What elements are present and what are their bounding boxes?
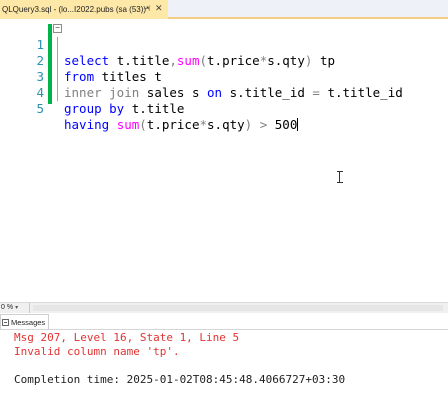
tab-messages[interactable]: Messages bbox=[0, 314, 50, 329]
function-sum: sum bbox=[116, 117, 140, 132]
ibeam-cursor-icon bbox=[337, 171, 344, 183]
code-line-1[interactable]: 1 select t.title,sum(t.price*s.qty) tp bbox=[0, 21, 448, 68]
keyword-group-by: group by bbox=[64, 101, 125, 116]
chevron-down-icon: ▾ bbox=[15, 305, 19, 311]
query-tab-title: QLQuery3.sql - (lo...I2022.pubs (sa (53)… bbox=[2, 5, 150, 14]
error-message-header: Msg 207, Level 16, State 1, Line 5 bbox=[14, 331, 240, 344]
document-tab-strip: QLQuery3.sql - (lo...I2022.pubs (sa (53)… bbox=[0, 0, 448, 19]
code-line-2[interactable]: 2 from titles t bbox=[0, 37, 448, 84]
code-line-4[interactable]: 4 group by t.title bbox=[0, 69, 448, 116]
results-tab-strip: Messages bbox=[0, 313, 448, 330]
text-caret bbox=[297, 118, 299, 131]
code-line-3[interactable]: 3 inner join sales s on s.title_id = t.t… bbox=[0, 53, 448, 100]
completion-time: Completion time: 2025-01-02T08:45:48.406… bbox=[14, 373, 346, 386]
query-tab[interactable]: QLQuery3.sql - (lo...I2022.pubs (sa (53)… bbox=[0, 0, 168, 19]
keyword-having: having bbox=[64, 117, 110, 132]
close-icon[interactable]: ✕ bbox=[155, 4, 163, 14]
line-number: 5 bbox=[36, 101, 44, 116]
messages-pane[interactable]: Msg 207, Level 16, State 1, Line 5 Inval… bbox=[0, 331, 448, 410]
error-message-text: Invalid column name 'tp'. bbox=[14, 345, 180, 358]
pin-icon[interactable]: ⊣ bbox=[143, 4, 150, 14]
tab-messages-label: Messages bbox=[11, 317, 46, 327]
horizontal-scrollbar[interactable] bbox=[33, 305, 443, 311]
code-line-5[interactable]: 5 having sum(t.price*s.qty) > 500 bbox=[0, 85, 448, 132]
zoom-dropdown[interactable]: 0 % ▾ bbox=[0, 303, 30, 313]
zoom-value: 0 % bbox=[1, 304, 14, 311]
editor-footer: 0 % ▾ bbox=[0, 302, 448, 313]
messages-icon bbox=[2, 318, 9, 326]
query-editor[interactable]: − 1 select t.title,sum(t.price*s.qty) tp… bbox=[0, 21, 448, 302]
